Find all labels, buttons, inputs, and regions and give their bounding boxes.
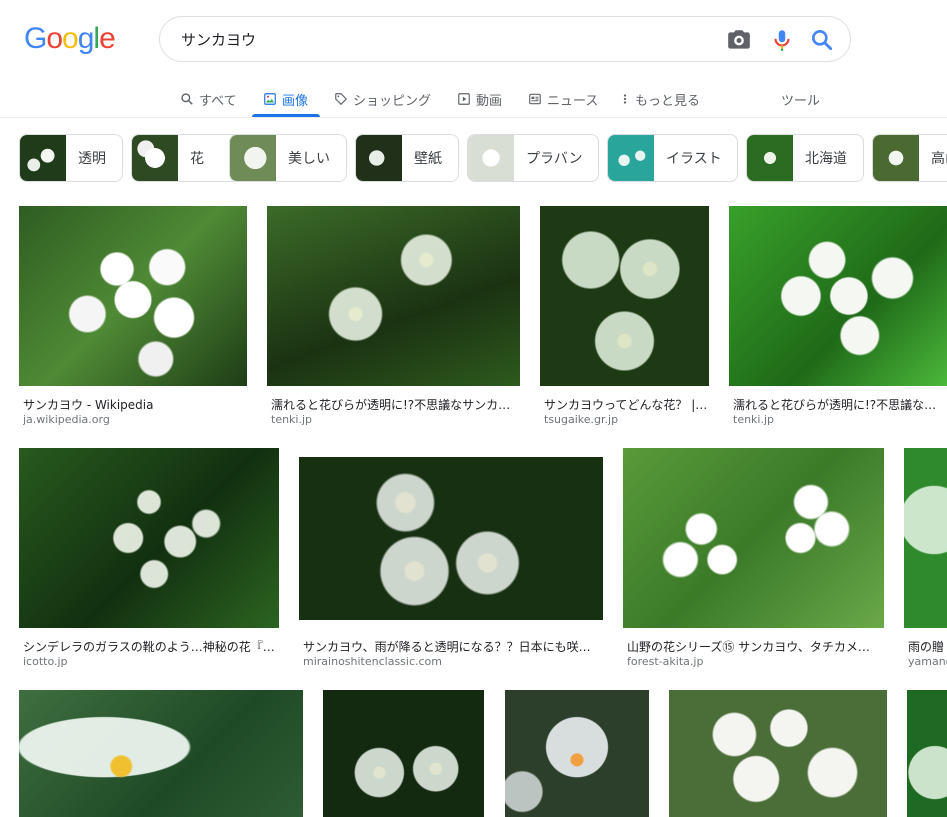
chip-thumbnail — [873, 135, 919, 181]
news-icon — [529, 93, 541, 105]
image-icon — [264, 93, 276, 105]
result-thumbnail[interactable] — [904, 448, 947, 628]
tab-label: ショッピング — [353, 93, 432, 109]
chip-label: 美しい — [288, 151, 330, 167]
result-source: ja.wikipedia.org — [23, 413, 110, 426]
result-title[interactable]: 雨の贈 — [908, 638, 947, 655]
result-title[interactable]: 濡れると花びらが透明に!?不思議な… — [733, 396, 947, 413]
result-thumbnail[interactable] — [19, 448, 279, 628]
result-thumbnail[interactable] — [623, 448, 884, 628]
play-icon — [458, 93, 470, 105]
camera-icon[interactable] — [726, 27, 752, 53]
more-vert-icon — [623, 94, 627, 104]
chip-label: 花 — [190, 151, 204, 167]
result-thumbnail[interactable] — [299, 457, 603, 620]
search-box — [159, 16, 851, 62]
result-source: forest-akita.jp — [627, 655, 704, 668]
result-thumbnail[interactable] — [729, 206, 947, 386]
tag-icon — [335, 93, 348, 106]
tab-all[interactable]: すべて — [180, 85, 237, 113]
result-thumbnail[interactable] — [267, 206, 520, 386]
tab-label: 画像 — [282, 93, 309, 109]
search-input[interactable] — [181, 27, 701, 51]
chip-illustration[interactable]: イラスト — [607, 134, 738, 182]
result-source: yamano — [908, 655, 947, 668]
tab-images[interactable]: 画像 — [263, 85, 308, 113]
tools-button[interactable]: ツール — [781, 85, 820, 113]
tab-shopping[interactable]: ショッピング — [334, 85, 431, 113]
result-source: tenki.jp — [733, 413, 775, 426]
chip-label: 壁紙 — [414, 151, 442, 167]
tab-news[interactable]: ニュース — [528, 85, 598, 113]
result-title[interactable]: サンカヨウってどんな花？ |… — [544, 396, 709, 413]
logo-letter: o — [46, 22, 63, 55]
chip-wallpaper[interactable]: 壁紙 — [355, 134, 459, 182]
result-thumbnail[interactable] — [540, 206, 709, 386]
result-title[interactable]: 山野の花シリーズ⑮ サンカヨウ、タチカメ… — [627, 638, 884, 655]
result-title[interactable]: サンカヨウ、雨が降ると透明になる？？日本にも咲… — [303, 638, 603, 655]
result-source: tenki.jp — [271, 413, 313, 426]
logo-letter: e — [99, 22, 116, 55]
chip-thumbnail — [608, 135, 654, 181]
chip-thumbnail — [230, 135, 276, 181]
chip-beautiful[interactable]: 美しい — [229, 134, 347, 182]
chip-flower[interactable]: 花 — [131, 134, 240, 182]
tab-label: もっと見る — [635, 93, 701, 109]
chip-plaban[interactable]: プラバン — [467, 134, 599, 182]
result-thumbnail[interactable] — [323, 690, 484, 817]
chip-transparent[interactable]: 透明 — [19, 134, 123, 182]
logo-letter: o — [62, 22, 79, 55]
result-title[interactable]: 濡れると花びらが透明に!?不思議なサンカ… — [271, 396, 516, 413]
result-title[interactable]: シンデレラのガラスの靴のよう…神秘の花『… — [23, 638, 279, 655]
result-thumbnail[interactable] — [669, 690, 887, 817]
result-thumbnail[interactable] — [907, 690, 947, 817]
chip-hokkaido[interactable]: 北海道 — [746, 134, 864, 182]
tab-videos[interactable]: 動画 — [457, 85, 502, 113]
chip-alpine[interactable]: 高山 — [872, 134, 947, 182]
tab-more[interactable]: もっと見る — [620, 85, 700, 113]
chip-label: 透明 — [78, 151, 106, 167]
chip-thumbnail — [20, 135, 66, 181]
tab-label: 動画 — [476, 93, 503, 109]
search-icon — [181, 93, 193, 105]
logo-letter: G — [24, 22, 47, 55]
tools-label: ツール — [781, 93, 821, 109]
result-thumbnail[interactable] — [505, 690, 649, 817]
result-source: icotto.jp — [23, 655, 68, 668]
logo-letter: g — [77, 22, 95, 55]
search-tabs: すべて 画像 ショッピング 動画 ニュース もっと見る ツール — [0, 80, 947, 118]
search-icon[interactable] — [809, 27, 835, 53]
result-title[interactable]: サンカヨウ - Wikipedia — [23, 396, 247, 413]
chip-thumbnail — [747, 135, 793, 181]
result-source: tsugaike.gr.jp — [544, 413, 619, 426]
chip-thumbnail — [132, 135, 178, 181]
chip-label: 北海道 — [805, 151, 847, 167]
result-source: mirainoshitenclassic.com — [303, 655, 443, 668]
tab-label: すべて — [199, 93, 237, 109]
tab-label: ニュース — [547, 93, 599, 109]
microphone-icon[interactable] — [769, 27, 795, 53]
chip-thumbnail — [356, 135, 402, 181]
active-tab-indicator — [252, 114, 320, 117]
result-thumbnail[interactable] — [19, 690, 303, 817]
chip-label: 高山 — [931, 151, 947, 167]
chip-thumbnail — [468, 135, 514, 181]
chip-label: プラバン — [526, 151, 583, 167]
chip-label: イラスト — [666, 151, 722, 167]
result-thumbnail[interactable] — [19, 206, 247, 386]
google-logo[interactable]: Google — [24, 22, 116, 56]
